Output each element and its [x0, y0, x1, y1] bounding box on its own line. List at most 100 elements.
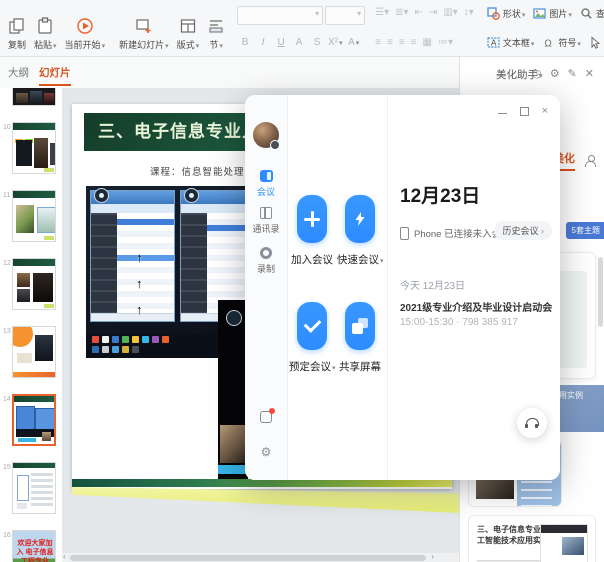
new-slide-button[interactable]: 新建幻灯片	[115, 3, 173, 53]
indent-dec-button[interactable]: ⇤	[415, 7, 423, 19]
cursor-arrow-icon: ↑	[136, 276, 143, 291]
section-button[interactable]: 节	[203, 3, 229, 53]
slide-course-text: 课程：信息智能处理	[150, 164, 245, 178]
screens-icon	[352, 318, 368, 334]
picture-button[interactable]: 图片	[530, 6, 575, 21]
contacts-book-icon	[260, 207, 272, 219]
sidebar-item-recordings[interactable]: 录制	[245, 247, 287, 275]
layout-button[interactable]: 版式	[173, 3, 204, 53]
feedback-icon[interactable]: ✎	[568, 67, 577, 80]
paste-button[interactable]: 粘贴	[30, 3, 61, 53]
panel-tab-bar: 大纲 幻灯片 ‹	[0, 57, 460, 88]
play-icon	[76, 17, 94, 35]
history-icon[interactable]: ◷	[532, 67, 542, 80]
slide-thumbnail[interactable]: 11	[12, 190, 56, 242]
theme-chip-button[interactable]: 5套主题	[566, 222, 604, 239]
template-mini-screenshot	[540, 524, 588, 562]
tab-outline[interactable]: 大纲	[8, 65, 29, 86]
text-direction-button[interactable]: ▥▾	[443, 7, 457, 19]
scroll-right-icon[interactable]: ›	[431, 552, 434, 561]
number-list-button[interactable]: ≣▾	[395, 7, 408, 19]
shape-icon	[487, 7, 500, 20]
superscript-button[interactable]: X²	[327, 35, 344, 50]
maximize-icon[interactable]	[520, 107, 529, 116]
join-meeting-button[interactable]: 加入会议	[289, 195, 335, 267]
section-label: 节	[209, 38, 223, 51]
slide-bottom-strip	[72, 479, 452, 487]
present-current-button[interactable]: 当前开始	[61, 3, 110, 53]
account-person-icon[interactable]	[585, 155, 596, 166]
shape-button[interactable]: 形状	[484, 6, 529, 21]
justify-button[interactable]: ≡	[411, 37, 417, 49]
align-right-button[interactable]: ≡	[399, 37, 405, 49]
headset-icon	[525, 418, 539, 429]
lightning-icon	[352, 211, 368, 227]
sidebar-item-contacts[interactable]: 通讯录	[245, 207, 287, 235]
plus-icon	[304, 211, 320, 227]
check-icon	[303, 315, 321, 333]
minimize-icon[interactable]	[498, 113, 507, 114]
find-icon	[580, 7, 593, 20]
find-button[interactable]: 查找	[577, 6, 604, 21]
pane-scrollbar[interactable]	[598, 257, 603, 327]
quick-meeting-button[interactable]: 快速会议	[337, 195, 383, 267]
help-floating-button[interactable]	[517, 408, 547, 438]
align-center-button[interactable]: ≡	[387, 37, 393, 49]
share-screen-button[interactable]: 共享屏幕	[337, 302, 383, 374]
textbox-button[interactable]: A 文本框	[484, 35, 538, 50]
sidebar-item-meetings[interactable]: 会议	[245, 170, 287, 198]
font-color-button[interactable]: A	[346, 35, 362, 50]
new-slide-label: 新建幻灯片	[119, 38, 169, 51]
close-pane-icon[interactable]: ✕	[585, 67, 594, 80]
align-left-button[interactable]: ≡	[375, 37, 381, 49]
slide-thumbnail[interactable]: 16 欢迎大家加入 电子信息工程专业	[12, 530, 56, 562]
meeting-icon	[260, 170, 273, 182]
bullet-list-button[interactable]: ☰▾	[375, 7, 389, 19]
line-spacing-button[interactable]: ↕▾	[464, 7, 474, 19]
symbol-button[interactable]: Ω 符号	[539, 35, 584, 50]
sidebar-item-apps[interactable]	[245, 411, 287, 423]
bold-button[interactable]: B	[237, 35, 253, 50]
slide-thumbnail-panel: 9 10 11	[0, 88, 63, 562]
event-time-id: 15:00-15:30 · 798 385 917	[400, 317, 518, 328]
close-icon[interactable]: ×	[542, 106, 548, 116]
italic-button[interactable]: I	[255, 35, 271, 50]
slide-thumbnail[interactable]: 10	[12, 122, 56, 174]
schedule-meeting-button[interactable]: 预定会议	[289, 302, 335, 374]
underline-button[interactable]: U	[273, 35, 289, 50]
font-name-select[interactable]	[237, 6, 323, 25]
horizontal-scrollbar[interactable]: ‹ ›	[62, 553, 460, 562]
slide-thumbnail[interactable]: 13	[12, 326, 56, 378]
slide-thumbnail[interactable]: 9	[12, 88, 56, 106]
sidebar-item-settings[interactable]: ⚙	[245, 445, 287, 459]
event-title[interactable]: 2021级专业介绍及毕业设计启动会	[400, 299, 552, 314]
picture-icon	[533, 7, 546, 20]
settings-gear-icon[interactable]: ⚙	[550, 67, 560, 80]
template-card-suggestion[interactable]: 三、电子信息专业人工智能技术应用实例	[468, 515, 596, 562]
phone-icon	[400, 227, 409, 240]
apps-box-icon	[260, 411, 272, 423]
font-size-select[interactable]	[325, 6, 365, 25]
select-button[interactable]: 选择	[586, 35, 604, 50]
meeting-detail-panel: × 12月23日 Phone 已连接未入会 历史会议 今天 12月23日 202…	[387, 95, 560, 480]
slide-thumbnail[interactable]: 12	[12, 258, 56, 310]
convert-button[interactable]: ≔▾	[438, 37, 453, 49]
layout-icon	[179, 17, 197, 35]
svg-text:A: A	[491, 39, 497, 48]
columns-button[interactable]: ▦	[423, 37, 432, 49]
phone-screenshot	[218, 300, 248, 480]
strike-button[interactable]: A	[291, 35, 307, 50]
copy-button[interactable]: 复制	[4, 3, 30, 53]
scrollbar-thumb[interactable]	[70, 555, 426, 561]
slide-thumbnail[interactable]: 15	[12, 462, 56, 514]
scroll-left-icon[interactable]: ‹	[63, 552, 66, 561]
shadow-button[interactable]: S	[309, 35, 325, 50]
meeting-actions: 加入会议 快速会议 预定会议 共享屏幕	[287, 95, 387, 480]
collapse-panel-icon[interactable]: ‹	[54, 64, 58, 76]
date-heading: 12月23日	[400, 181, 480, 208]
history-meetings-button[interactable]: 历史会议	[494, 221, 552, 240]
yellow-ribbon-shape	[72, 487, 460, 513]
slide-thumbnail-selected[interactable]: 14	[12, 394, 56, 446]
select-icon	[589, 36, 602, 49]
indent-inc-button[interactable]: ⇥	[429, 7, 437, 19]
